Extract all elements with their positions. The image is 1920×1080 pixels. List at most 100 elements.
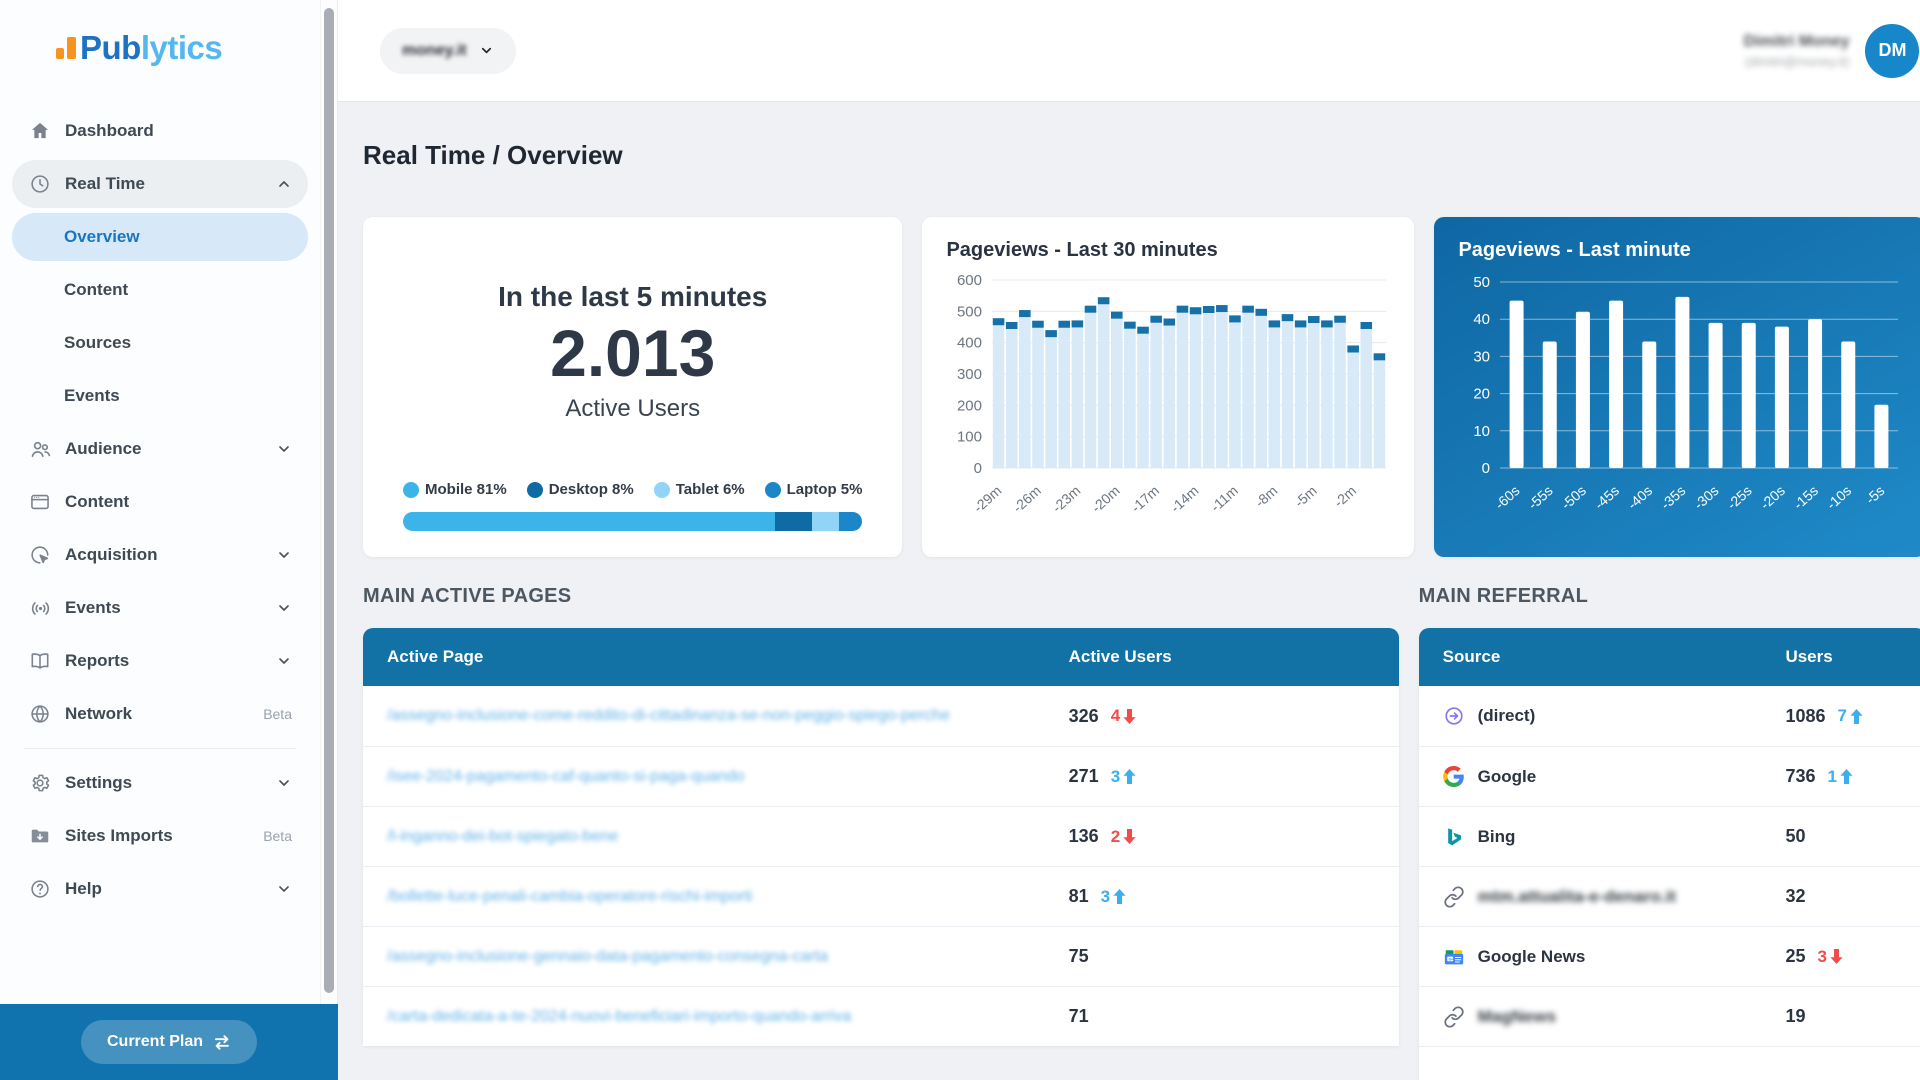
sidebar-item-sources[interactable]: Sources [12, 319, 308, 367]
device-bar-segment-tablet [811, 512, 840, 531]
legend-label: Tablet 6% [675, 481, 745, 498]
active-users-subtitle: Active Users [565, 395, 701, 422]
user-info[interactable]: Dimitri Money (dimitri@money.it) DM [1744, 23, 1920, 78]
svg-text:-23m: -23m [1049, 482, 1083, 515]
svg-text:-15s: -15s [1791, 482, 1822, 512]
active-page-link[interactable]: /assegno-inclusione-gennaio-data-pagamen… [387, 948, 828, 965]
svg-text:200: 200 [957, 397, 982, 414]
trend-value: 3 [1110, 766, 1121, 786]
swap-arrows-icon [215, 1034, 229, 1050]
svg-text:-10s: -10s [1824, 482, 1855, 512]
clock-icon [28, 172, 52, 196]
table-row [1418, 1046, 1920, 1080]
arrow-up-icon [1850, 708, 1863, 724]
referral-users-count: 25 [1785, 946, 1806, 966]
pageviews-30min-title: Pageviews - Last 30 minutes [946, 239, 1218, 261]
active-users-count: 81 [1068, 886, 1089, 906]
sidebar-divider [24, 748, 296, 749]
referral-users-count: 736 [1785, 766, 1816, 786]
sidebar-item-acquisition[interactable]: Acquisition [12, 531, 308, 579]
tables-row: Active Page Active Users /assegno-inclus… [363, 628, 1920, 1080]
sidebar-item-events[interactable]: Events [12, 584, 308, 632]
device-legend: Mobile 81% Desktop 8% Tablet 6% Laptop 5% [403, 481, 862, 498]
sidebar-item-dashboard[interactable]: Dashboard [12, 107, 308, 155]
sidebar-item-label: Sources [64, 333, 132, 352]
sidebar-item-network[interactable]: Network Beta [12, 690, 308, 738]
active-page-link[interactable]: /assegno-inclusione-come-reddito-di-citt… [387, 707, 950, 724]
svg-text:0: 0 [1482, 460, 1490, 477]
pageviews-30min-chart: 0100200300400500600-29m -26m -23m -20m -17m -… [957, 272, 1387, 516]
table-row: Google 736 1 [1418, 746, 1920, 806]
svg-text:50: 50 [1474, 274, 1491, 291]
referral-source-name: MagNews [1477, 1006, 1557, 1026]
sidebar-item-label: Network [65, 704, 133, 723]
svg-text:-29m: -29m [971, 482, 1005, 515]
sidebar-item-reports[interactable]: Reports [12, 637, 308, 685]
sidebar-item-events[interactable]: Events [12, 372, 308, 420]
book-icon [28, 649, 52, 673]
active-page-link[interactable]: /bollette-luce-penali-cambia-operatore-r… [387, 888, 752, 905]
active-page-link[interactable]: /carta-dedicata-a-te-2024-nuovi-benefici… [387, 1008, 851, 1025]
device-bar-segment-mobile [403, 512, 776, 531]
active-users-card: In the last 5 minutes 2.013 Active Users… [363, 217, 903, 557]
sidebar-item-overview[interactable]: Overview [12, 213, 308, 261]
sidebar-scrollbar-thumb[interactable] [324, 8, 334, 993]
sidebar-item-settings[interactable]: Settings [12, 759, 308, 807]
svg-text:-20m: -20m [1089, 482, 1123, 515]
main-area: money.it Dimitri Money (dimitri@money.it… [338, 0, 1920, 1080]
referral-source-name: Google [1477, 766, 1537, 786]
svg-text:-30s: -30s [1691, 482, 1722, 512]
table-row: /assegno-inclusione-come-reddito-di-citt… [363, 686, 1399, 746]
sidebar-item-help[interactable]: Help [12, 865, 308, 913]
device-bar-segment-laptop [839, 512, 863, 531]
sidebar-item-label: Help [65, 879, 102, 898]
sidebar-item-audience[interactable]: Audience [12, 425, 308, 473]
content: Real Time / Overview In the last 5 minut… [338, 102, 1920, 1080]
svg-text:-11m: -11m [1208, 482, 1242, 515]
svg-text:-17m: -17m [1128, 482, 1162, 515]
active-users-count: 326 [1068, 705, 1099, 726]
pageviews-last-minute-card: Pageviews - Last minute 0 10 20 30 40 50 -60s -… [1434, 217, 1920, 557]
sidebar-item-sites-imports[interactable]: Sites Imports Beta [12, 812, 308, 860]
trend-up: 3 [1101, 887, 1126, 907]
svg-text:500: 500 [957, 303, 982, 320]
sidebar-item-label: Content [64, 280, 129, 299]
chevron-down-icon [276, 775, 292, 791]
current-plan-label: Current Plan [106, 1033, 203, 1050]
active-users-count: 71 [1068, 1006, 1089, 1026]
svg-text:-2m: -2m [1331, 482, 1360, 510]
sidebar-item-label: Sites Imports [65, 826, 173, 845]
arrow-down-icon [1123, 829, 1136, 844]
svg-text:-55s: -55s [1525, 482, 1556, 512]
active-page-link[interactable]: /isee-2024-pagamento-caf-quanto-si-paga-… [387, 768, 745, 785]
site-selector[interactable]: money.it [380, 27, 516, 74]
active-pages-table: Active Page Active Users /assegno-inclus… [363, 628, 1399, 1046]
sidebar-item-label: Dashboard [65, 121, 154, 140]
arrow-down-icon [1830, 949, 1843, 964]
sidebar-item-label: Audience [65, 439, 142, 458]
svg-text:300: 300 [957, 366, 982, 383]
sidebar-scrollbar[interactable] [320, 0, 338, 1080]
device-bar [403, 512, 863, 531]
sidebar-nav: Dashboard Real Time Overview Content Sources… [0, 96, 320, 913]
referral-source-name: Google News [1477, 946, 1586, 966]
chevron-down-icon [276, 881, 292, 897]
referral-users-count: 1086 [1785, 705, 1826, 726]
sidebar-item-content[interactable]: Content [12, 478, 308, 526]
trend-down: 3 [1817, 946, 1843, 967]
trend-value: 7 [1837, 706, 1847, 725]
legend-dot-icon [764, 481, 781, 498]
table-row: (direct) 1086 7 [1418, 686, 1920, 746]
gear-icon [28, 771, 52, 795]
avatar[interactable]: DM [1865, 23, 1920, 78]
current-plan-button[interactable]: Current Plan [80, 1020, 257, 1064]
table-row: /bollette-luce-penali-cambia-operatore-r… [363, 866, 1399, 926]
svg-text:40: 40 [1474, 311, 1491, 328]
publytics-logo[interactable]: Publytics [0, 0, 320, 96]
trend-value: 3 [1817, 946, 1827, 966]
active-page-link[interactable]: /l-inganno-dei-bot-spiegato-bene [387, 828, 618, 845]
table-row: Bing 50 [1418, 806, 1920, 866]
sidebar-item-content[interactable]: Content [12, 266, 308, 314]
table-row: MagNews 19 [1418, 986, 1920, 1046]
sidebar-item-real-time[interactable]: Real Time [12, 160, 308, 208]
